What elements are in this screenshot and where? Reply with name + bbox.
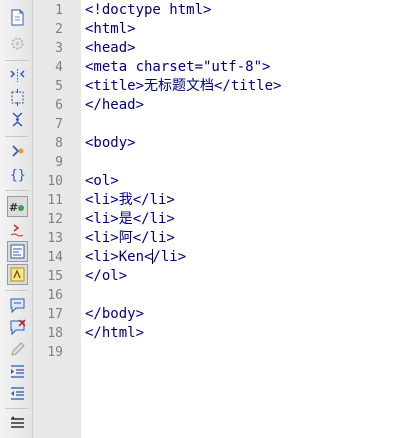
code-line[interactable]: <html> <box>85 20 136 39</box>
code-line[interactable]: </body> <box>85 305 144 324</box>
line-numbers-toggle-icon[interactable]: # <box>7 196 28 217</box>
uncomment-icon[interactable] <box>8 318 27 337</box>
show-invisibles-icon[interactable] <box>7 241 28 262</box>
collapse-icon[interactable] <box>8 110 27 129</box>
code-line[interactable]: </head> <box>85 96 144 115</box>
editor-toolbar: {} # <box>0 0 33 438</box>
code-line[interactable]: <li>是</li> <box>85 210 175 229</box>
line-number: 16 <box>47 288 63 303</box>
line-number: 15 <box>47 269 63 284</box>
line-number: 4 <box>55 60 63 75</box>
code-line[interactable]: <body> <box>85 134 136 153</box>
toolbar-separator <box>5 190 29 191</box>
select-block-icon[interactable] <box>8 88 27 107</box>
line-number: 19 <box>47 345 63 360</box>
wordwrap-toggle-icon[interactable] <box>8 220 27 239</box>
code-line[interactable]: </ol> <box>85 267 127 286</box>
code-line-with-caret[interactable]: <li>Ken</li> <box>85 248 186 267</box>
svg-text:#: # <box>9 201 18 214</box>
indent-icon[interactable] <box>8 362 27 381</box>
code-line[interactable]: <!doctype html> <box>85 1 211 20</box>
toolbar-separator <box>5 408 29 409</box>
highlight-icon[interactable] <box>7 264 28 285</box>
line-number: 14 <box>47 250 63 265</box>
line-number: 1 <box>55 3 63 18</box>
line-number: 8 <box>55 136 63 151</box>
line-number: 9 <box>55 155 63 170</box>
code-editor: {} # 1 2 3 4 5 6 7 8 9 10 11 12 13 14 15… <box>0 0 419 438</box>
new-page-icon[interactable] <box>8 8 27 27</box>
text-caret <box>152 248 153 267</box>
comment-icon[interactable] <box>8 296 27 315</box>
svg-text:{}: {} <box>10 168 26 183</box>
code-line[interactable]: <ol> <box>85 172 119 191</box>
line-number: 12 <box>47 212 63 227</box>
code-text-area[interactable]: <!doctype html> <html> <head> <meta char… <box>85 0 419 438</box>
line-number: 6 <box>55 98 63 113</box>
line-number: 11 <box>47 193 63 208</box>
expand-selection-icon[interactable] <box>8 66 27 85</box>
line-number: 10 <box>47 174 63 189</box>
line-number: 5 <box>55 79 63 94</box>
code-line-text: <li>Ken</li> <box>85 249 187 265</box>
settings-gear-icon[interactable] <box>8 34 27 53</box>
code-line[interactable]: <meta charset="utf-8"> <box>85 58 270 77</box>
outdent-icon[interactable] <box>8 384 27 403</box>
code-line[interactable]: <title>无标题文档</title> <box>85 77 281 96</box>
code-line[interactable]: </html> <box>85 324 144 343</box>
brace-match-icon[interactable]: {} <box>8 164 27 183</box>
bookmark-icon[interactable] <box>8 142 27 161</box>
align-icon[interactable] <box>8 414 27 433</box>
code-line[interactable]: <head> <box>85 39 136 58</box>
line-number: 17 <box>47 307 63 322</box>
line-number: 2 <box>55 22 63 37</box>
line-number: 13 <box>47 231 63 246</box>
code-line[interactable]: <li>阿</li> <box>85 229 175 248</box>
line-number: 7 <box>55 117 63 132</box>
line-number-gutter[interactable]: 1 2 3 4 5 6 7 8 9 10 11 12 13 14 15 16 1… <box>33 0 81 438</box>
line-number: 3 <box>55 41 63 56</box>
line-number: 18 <box>47 326 63 341</box>
toolbar-separator <box>5 136 29 137</box>
toolbar-separator <box>5 290 29 291</box>
toolbar-separator <box>5 60 29 61</box>
edit-pencil-icon[interactable] <box>8 340 27 359</box>
code-line[interactable]: <li>我</li> <box>85 191 175 210</box>
